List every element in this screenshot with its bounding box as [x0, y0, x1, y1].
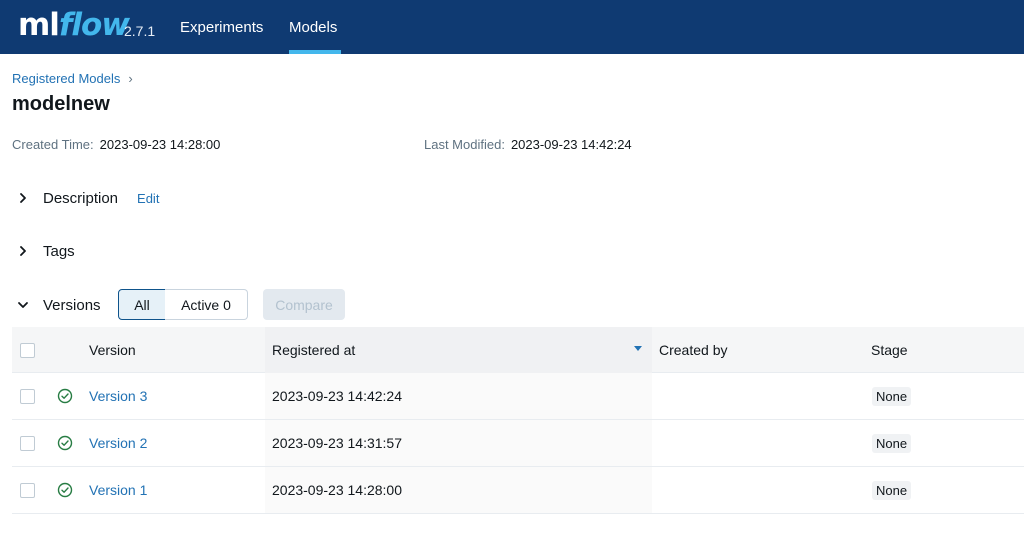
check-circle-icon — [57, 467, 73, 513]
row-checkbox[interactable] — [20, 435, 35, 451]
column-header-version[interactable]: Version — [89, 327, 136, 373]
column-header-stage[interactable]: Stage — [871, 327, 908, 373]
registered-at-cell: 2023-09-23 14:42:24 — [272, 373, 402, 419]
row-checkbox[interactable] — [20, 388, 35, 404]
table-header: Version Registered at Created by Stage — [12, 327, 1024, 373]
table-row: Version 2 2023-09-23 14:31:57 None — [12, 420, 1024, 467]
select-all-cell — [20, 327, 35, 373]
nav-active-indicator — [289, 50, 341, 54]
column-header-created-by[interactable]: Created by — [659, 327, 727, 373]
registered-at-cell: 2023-09-23 14:28:00 — [272, 467, 402, 513]
last-modified-value: 2023-09-23 14:42:24 — [510, 137, 632, 152]
tags-label[interactable]: Tags — [43, 243, 75, 260]
chevron-right-icon[interactable] — [16, 244, 30, 258]
row-select-cell — [20, 467, 35, 513]
filter-all-button[interactable]: All — [118, 289, 166, 320]
nav-models[interactable]: Models — [289, 19, 337, 36]
mlflow-logo[interactable]: ml flow — [18, 5, 130, 45]
created-time: Created Time: 2023-09-23 14:28:00 — [12, 137, 220, 152]
check-circle-icon — [57, 420, 73, 466]
versions-section: Versions — [16, 295, 101, 315]
version-cell: Version 3 — [89, 373, 147, 419]
row-checkbox[interactable] — [20, 482, 35, 498]
created-time-label: Created Time: — [12, 137, 94, 152]
stage-badge: None — [872, 386, 912, 406]
tags-section: Tags — [16, 241, 75, 261]
nav-experiments[interactable]: Experiments — [180, 19, 263, 36]
version-link[interactable]: Version 1 — [89, 482, 147, 498]
logo-ml-text: ml — [18, 7, 60, 43]
description-edit-link[interactable]: Edit — [137, 191, 159, 206]
created-time-value: 2023-09-23 14:28:00 — [99, 137, 221, 152]
stage-cell: None — [871, 467, 912, 513]
breadcrumb-registered-models[interactable]: Registered Models — [12, 71, 120, 86]
last-modified: Last Modified: 2023-09-23 14:42:24 — [424, 137, 632, 152]
description-section: Description Edit — [16, 188, 159, 208]
breadcrumb: Registered Models › — [12, 71, 133, 86]
versions-table: Version Registered at Created by Stage V… — [12, 327, 1024, 514]
filter-active-button[interactable]: Active 0 — [165, 289, 248, 320]
breadcrumb-separator: › — [128, 71, 133, 86]
registered-at-cell: 2023-09-23 14:31:57 — [272, 420, 402, 466]
version-cell: Version 1 — [89, 467, 147, 513]
sort-descending-icon[interactable] — [634, 346, 642, 351]
column-header-registered-at[interactable]: Registered at — [272, 327, 355, 373]
version-cell: Version 2 — [89, 420, 147, 466]
last-modified-label: Last Modified: — [424, 137, 505, 152]
registered-at-value: 2023-09-23 14:28:00 — [272, 482, 402, 498]
select-all-checkbox[interactable] — [20, 342, 35, 358]
table-row: Version 1 2023-09-23 14:28:00 None — [12, 467, 1024, 514]
top-nav-bar: ml flow 2.7.1 Experiments Models — [0, 0, 1024, 54]
versions-label[interactable]: Versions — [43, 297, 101, 314]
row-select-cell — [20, 373, 35, 419]
chevron-right-icon[interactable] — [16, 191, 30, 205]
row-select-cell — [20, 420, 35, 466]
logo-flow-text: flow — [58, 7, 130, 43]
registered-at-value: 2023-09-23 14:31:57 — [272, 435, 402, 451]
check-circle-icon — [57, 373, 73, 419]
description-label[interactable]: Description — [43, 190, 118, 207]
version-link[interactable]: Version 3 — [89, 388, 147, 404]
chevron-down-icon[interactable] — [16, 298, 30, 312]
table-row: Version 3 2023-09-23 14:42:24 None — [12, 373, 1024, 420]
stage-cell: None — [871, 420, 912, 466]
app-version: 2.7.1 — [124, 23, 156, 39]
version-link[interactable]: Version 2 — [89, 435, 147, 451]
stage-badge: None — [872, 480, 912, 500]
page-title: modelnew — [12, 93, 110, 115]
registered-at-value: 2023-09-23 14:42:24 — [272, 388, 402, 404]
compare-button[interactable]: Compare — [263, 289, 345, 320]
stage-cell: None — [871, 373, 912, 419]
stage-badge: None — [872, 433, 912, 453]
